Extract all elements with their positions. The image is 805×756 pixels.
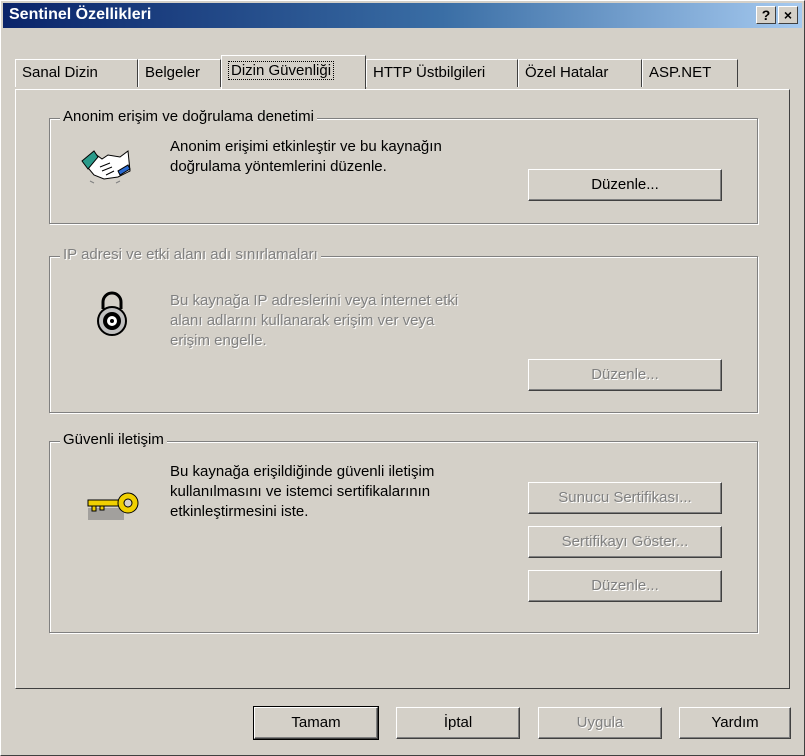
key-icon — [87, 492, 139, 520]
cancel-button[interactable]: İptal — [396, 707, 520, 739]
tab-http-headers[interactable]: HTTP Üstbilgileri — [366, 59, 518, 87]
secure-edit-button[interactable]: Düzenle... — [528, 570, 722, 602]
help-button[interactable]: Yardım — [679, 707, 791, 739]
anonymous-edit-button[interactable]: Düzenle... — [528, 169, 722, 201]
handshake-icon — [81, 150, 131, 184]
window-title: Sentinel Özellikleri — [9, 6, 152, 23]
tab-virtual-directory[interactable]: Sanal Dizin — [15, 59, 138, 87]
title-bar[interactable]: Sentinel Özellikleri ? × — [3, 3, 802, 28]
ok-button[interactable]: Tamam — [253, 706, 379, 740]
server-certificate-button[interactable]: Sunucu Sertifikası... — [528, 482, 722, 514]
view-certificate-button[interactable]: Sertifikayı Göster... — [528, 526, 722, 558]
tab-aspnet[interactable]: ASP.NET — [642, 59, 738, 87]
ip-description: Bu kaynağa IP adreslerini veya internet … — [170, 292, 459, 349]
properties-dialog: Sentinel Özellikleri ? × Sanal Dizin Bel… — [0, 0, 805, 756]
secure-description: Bu kaynağa erişildiğinde güvenli iletişi… — [170, 463, 435, 520]
group-title: Anonim erişim ve doğrulama denetimi — [60, 108, 317, 125]
ip-edit-button[interactable]: Düzenle... — [528, 359, 722, 391]
group-title: IP adresi ve etki alanı adı sınırlamalar… — [60, 246, 321, 263]
group-title: Güvenli iletişim — [60, 431, 167, 448]
anonymous-access-group: Anonim erişim ve doğrulama denetimi Anon… — [49, 108, 758, 224]
secure-communication-group: Güvenli iletişim Bu kaynağa erişildiğind… — [49, 431, 758, 633]
tab-panel: Anonim erişim ve doğrulama denetimi Anon… — [15, 89, 790, 689]
ip-restrictions-group: IP adresi ve etki alanı adı sınırlamalar… — [49, 246, 758, 413]
tab-custom-errors[interactable]: Özel Hatalar — [518, 59, 642, 87]
close-button[interactable]: × — [778, 6, 798, 24]
anonymous-description: Anonim erişimi etkinleştir ve bu kaynağı… — [170, 138, 442, 175]
padlock-icon — [97, 291, 127, 336]
help-title-button[interactable]: ? — [756, 6, 776, 24]
tab-documents[interactable]: Belgeler — [138, 59, 221, 87]
tab-directory-security[interactable]: Dizin Güvenliği — [221, 55, 366, 89]
apply-button[interactable]: Uygula — [538, 707, 662, 739]
